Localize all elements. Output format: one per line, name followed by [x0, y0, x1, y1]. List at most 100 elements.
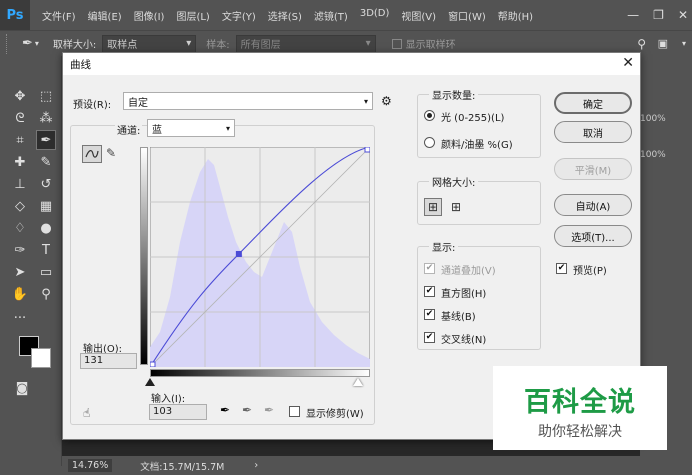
menu-item[interactable]: 窗口(W) — [442, 8, 492, 23]
smooth-button[interactable]: 平滑(M) — [554, 158, 632, 180]
white-point-slider[interactable] — [353, 378, 363, 386]
gear-icon[interactable]: ⚙ — [381, 94, 392, 108]
input-gradient-bar — [150, 369, 370, 377]
sample-value: 所有图层 — [240, 40, 281, 51]
history-brush-icon[interactable]: ↺ — [36, 174, 56, 194]
display-title: 显示: — [429, 239, 459, 254]
menu-item[interactable]: 文件(F) — [36, 8, 82, 23]
black-eyedropper-icon[interactable]: ✒ — [220, 403, 230, 417]
curve-point-white[interactable] — [364, 147, 370, 153]
watermark-subtitle: 助你轻松解决 — [538, 424, 622, 440]
preview-label: 预览(P) — [573, 266, 607, 277]
show-clipping-checkbox[interactable] — [289, 406, 300, 417]
search-icon[interactable]: ⚲ — [637, 37, 646, 51]
pencil-icon[interactable]: ✎ — [106, 146, 116, 160]
intersection-label: 交叉线(N) — [441, 335, 487, 346]
targeted-adjustment-icon[interactable]: ☝ — [83, 406, 90, 420]
chevron-down-icon: ▾ — [363, 96, 368, 106]
restore-button[interactable]: ❐ — [653, 8, 664, 22]
cancel-button[interactable]: 取消 — [554, 121, 632, 143]
options-button[interactable]: 选项(T)... — [554, 225, 632, 247]
magic-wand-icon[interactable]: ⁂ — [36, 108, 56, 128]
dodge-tool-icon[interactable]: ● — [36, 218, 56, 238]
rectangle-tool-icon[interactable]: ▭ — [36, 262, 56, 282]
menu-item[interactable]: 图像(I) — [128, 8, 171, 23]
preview-checkbox[interactable]: ✔ — [556, 263, 567, 274]
dialog-titlebar[interactable]: 曲线 ✕ — [63, 53, 640, 75]
light-radio[interactable] — [424, 110, 435, 121]
lasso-tool-icon[interactable]: ᘓ — [10, 108, 30, 128]
more-tools-icon[interactable]: ··· — [10, 308, 30, 328]
menu-item[interactable]: 选择(S) — [262, 8, 308, 23]
show-ring-checkbox[interactable] — [391, 38, 402, 49]
preset-select[interactable]: 自定 ▾ — [123, 92, 373, 110]
chevron-down-icon: ▾ — [365, 38, 371, 49]
grip-handle[interactable] — [6, 33, 16, 54]
tools-panel: ✥ ⬚ ᘓ ⁂ ⌗ ✒ ✚ ✎ ⊥ ↺ ◇ ▦ ♢ ● ✑ T ➤ ▭ ✋ ⚲ … — [0, 56, 62, 466]
path-selection-icon[interactable]: ➤ — [10, 262, 30, 282]
healing-brush-icon[interactable]: ✚ — [10, 152, 30, 172]
close-icon[interactable]: ✕ — [622, 55, 634, 71]
output-field[interactable]: 131 — [80, 353, 137, 369]
chevron-right-icon[interactable]: › — [254, 460, 258, 471]
quick-mask-icon[interactable]: ◙ — [12, 378, 32, 398]
sample-select[interactable]: 所有图层 ▾ — [235, 34, 376, 53]
sample-size-select[interactable]: 取样点 ▾ — [102, 34, 197, 53]
menu-item[interactable]: 滤镜(T) — [308, 8, 354, 23]
blur-tool-icon[interactable]: ♢ — [10, 218, 30, 238]
workspace-icon[interactable]: ▣ — [658, 37, 668, 50]
status-bar: 14.76% 文档:15.7M/15.7M › — [62, 456, 692, 475]
zoom-level[interactable]: 14.76% — [68, 459, 113, 472]
chevron-down-icon[interactable]: ▾ — [35, 39, 39, 48]
pigment-radio[interactable] — [424, 137, 435, 148]
type-tool-icon[interactable]: T — [36, 240, 56, 260]
auto-button[interactable]: 自动(A) — [554, 194, 632, 216]
menu-item[interactable]: 图层(L) — [170, 8, 215, 23]
eyedropper-tool-icon[interactable]: ✒ — [36, 130, 56, 150]
fill-value: 100% — [640, 150, 666, 160]
menu-item[interactable]: 3D(D) — [354, 8, 396, 23]
ok-button[interactable]: 确定 — [554, 92, 632, 114]
input-field[interactable]: 103 — [149, 404, 207, 420]
curve-graph[interactable] — [150, 147, 370, 367]
light-radio-label: 光 (0-255)(L) — [441, 113, 505, 124]
preset-value: 自定 — [128, 97, 148, 109]
menu-item[interactable]: 文字(Y) — [216, 8, 262, 23]
curve-point-tool-icon[interactable] — [82, 145, 102, 163]
gray-eyedropper-icon[interactable]: ✒ — [242, 403, 252, 417]
background-color-swatch[interactable] — [31, 348, 51, 368]
chevron-down-icon[interactable]: ▾ — [682, 39, 686, 48]
move-tool-icon[interactable]: ✥ — [10, 86, 30, 106]
gradient-tool-icon[interactable]: ▦ — [36, 196, 56, 216]
channel-overlay-checkbox[interactable]: ✔ — [424, 263, 435, 274]
histogram-checkbox[interactable]: ✔ — [424, 286, 435, 297]
zoom-tool-icon[interactable]: ⚲ — [36, 284, 56, 304]
baseline-checkbox[interactable]: ✔ — [424, 309, 435, 320]
detailed-grid-icon[interactable]: ⊞ — [447, 198, 465, 216]
close-window-button[interactable]: ✕ — [678, 8, 688, 22]
eraser-tool-icon[interactable]: ◇ — [10, 196, 30, 216]
menu-item[interactable]: 编辑(E) — [82, 8, 128, 23]
chevron-down-icon: ▾ — [186, 38, 192, 49]
clone-stamp-icon[interactable]: ⊥ — [10, 174, 30, 194]
brush-tool-icon[interactable]: ✎ — [36, 152, 56, 172]
show-ring-label: 显示取样环 — [405, 40, 456, 51]
watermark: 百科全说 助你轻松解决 — [493, 366, 667, 450]
pen-tool-icon[interactable]: ✑ — [10, 240, 30, 260]
eyedropper-tool-icon[interactable]: ✒ — [22, 36, 33, 51]
show-clipping-label: 显示修剪(W) — [306, 409, 364, 420]
marquee-tool-icon[interactable]: ⬚ — [36, 86, 56, 106]
simple-grid-icon[interactable]: ⊞ — [424, 198, 442, 216]
crop-tool-icon[interactable]: ⌗ — [10, 130, 30, 150]
hand-tool-icon[interactable]: ✋ — [10, 284, 30, 304]
minimize-button[interactable]: — — [627, 8, 639, 22]
white-eyedropper-icon[interactable]: ✒ — [264, 403, 274, 417]
menu-item[interactable]: 帮助(H) — [492, 8, 539, 23]
curve-point-selected[interactable] — [235, 250, 242, 257]
channel-select[interactable]: 蓝 ▾ — [147, 119, 235, 137]
intersection-checkbox[interactable]: ✔ — [424, 332, 435, 343]
curve-point-black[interactable] — [150, 361, 156, 367]
doc-size: 文档:15.7M/15.7M — [140, 461, 225, 473]
black-point-slider[interactable] — [145, 378, 155, 386]
menu-item[interactable]: 视图(V) — [395, 8, 442, 23]
